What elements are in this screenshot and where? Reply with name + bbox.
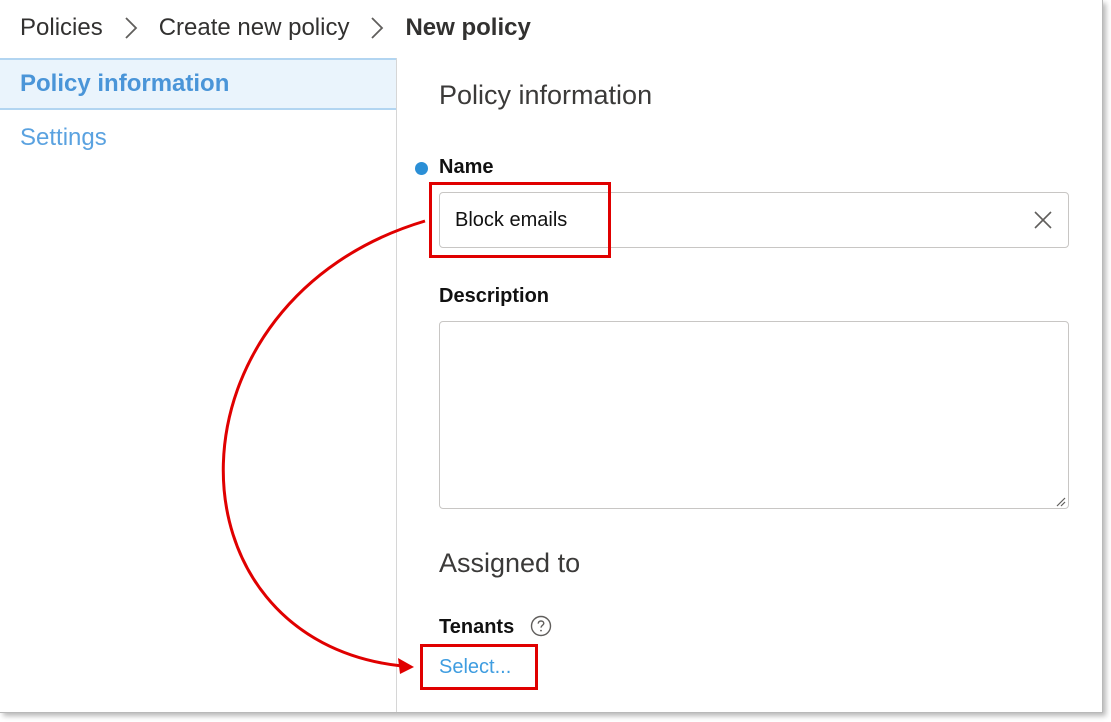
description-label: Description <box>439 285 550 307</box>
name-field <box>439 192 1069 248</box>
name-input[interactable] <box>440 193 1000 247</box>
breadcrumb-policies[interactable]: Policies <box>20 14 103 42</box>
name-label: Name <box>415 156 494 179</box>
sidebar-item-settings[interactable]: Settings <box>0 112 396 164</box>
breadcrumb-current-page: New policy <box>405 14 531 41</box>
resize-grip-icon[interactable] <box>1054 494 1066 507</box>
chevron-right-icon <box>349 0 405 56</box>
required-indicator <box>415 162 428 175</box>
name-label-text: Name <box>439 156 494 178</box>
tenants-select-link[interactable]: Select... <box>439 656 511 679</box>
description-field <box>439 321 1069 509</box>
close-icon[interactable] <box>1032 209 1054 231</box>
breadcrumb-create-new-policy[interactable]: Create new policy <box>159 14 350 42</box>
sidebar: Policy information Settings <box>0 58 397 712</box>
sidebar-item-label: Policy information <box>20 70 230 97</box>
question-circle-icon[interactable] <box>530 615 552 637</box>
sidebar-item-policy-information[interactable]: Policy information <box>0 58 396 110</box>
app-window: Policies Create new policy New policy Po… <box>0 0 1103 713</box>
breadcrumb: Policies Create new policy New policy <box>20 0 531 56</box>
description-textarea[interactable] <box>440 322 1068 508</box>
tenants-label: Tenants <box>439 616 515 638</box>
sidebar-item-label: Settings <box>20 124 107 151</box>
section-title-policy-information: Policy information <box>439 80 653 110</box>
chevron-right-icon <box>103 0 159 56</box>
section-title-assigned-to: Assigned to <box>439 548 581 578</box>
